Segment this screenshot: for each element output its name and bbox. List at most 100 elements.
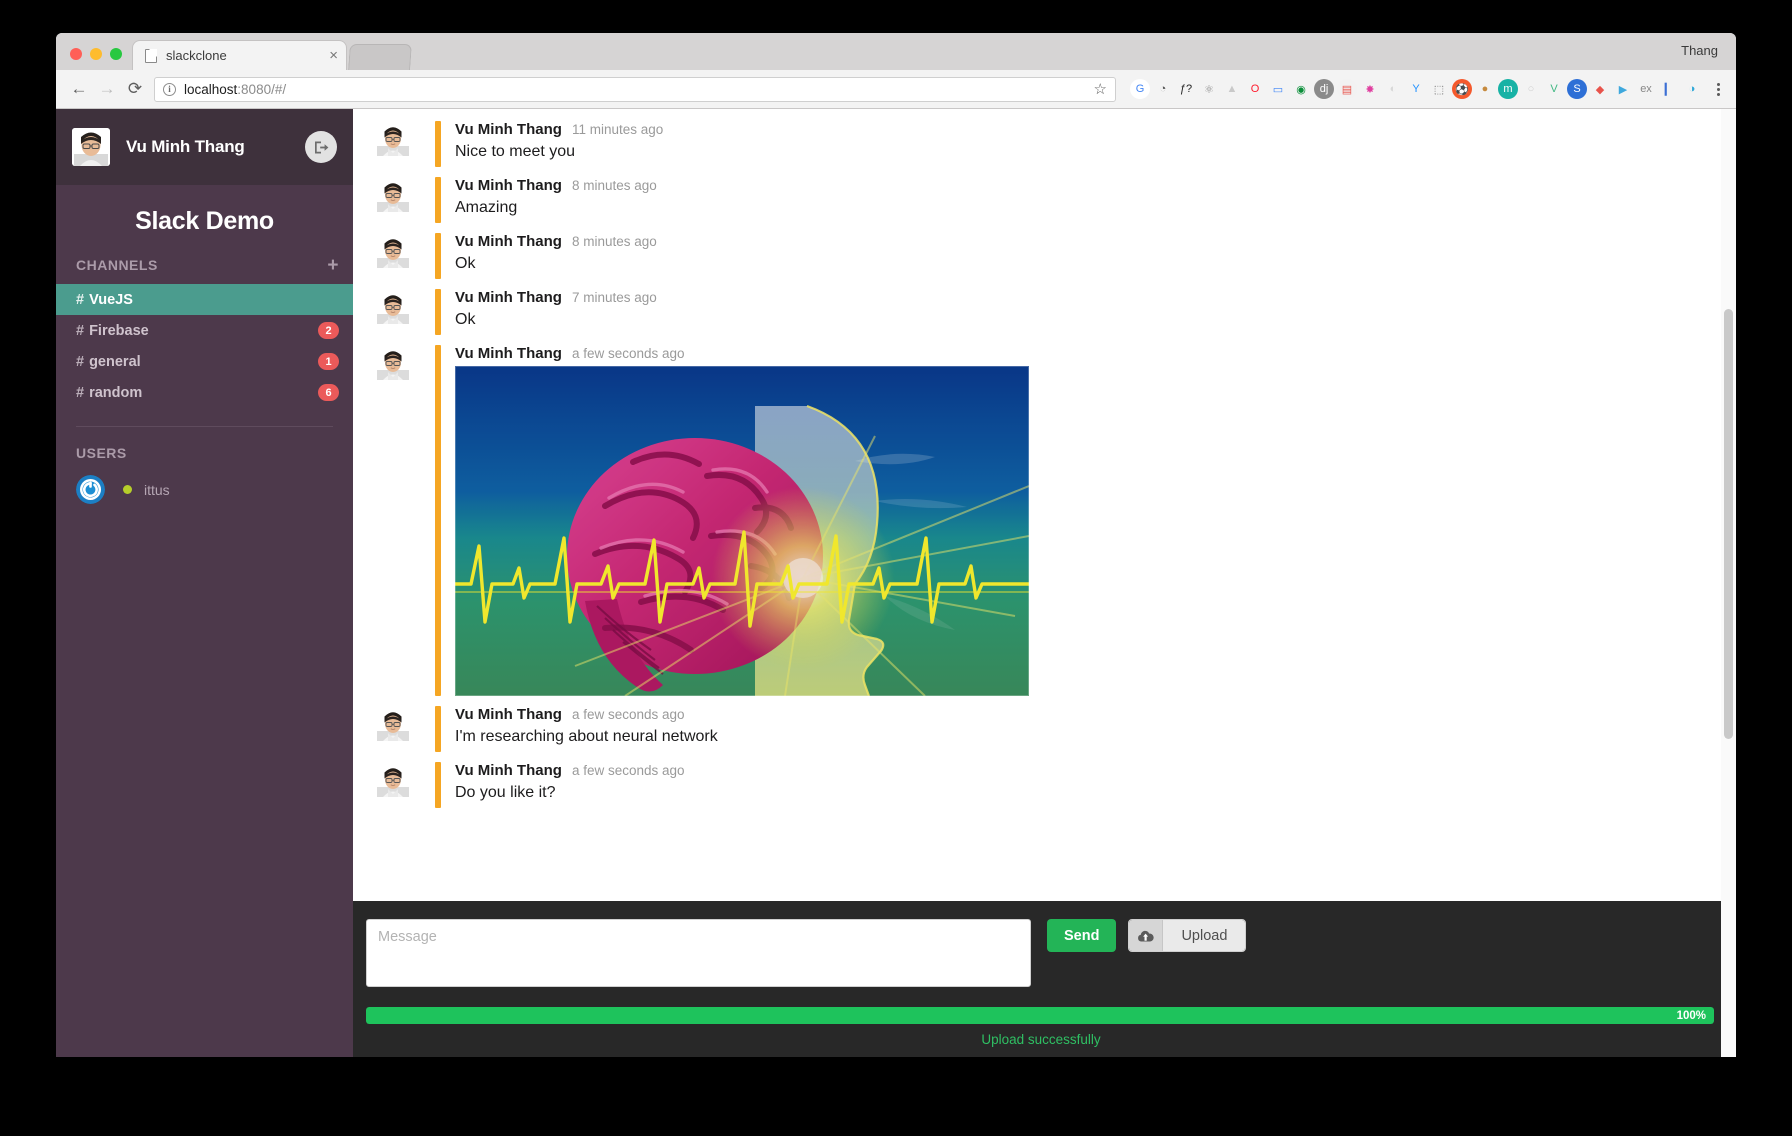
slack-clone-app: Vu Minh Thang Slack Demo CHANNELS + # Vue… — [56, 109, 1736, 1057]
message-accent-bar — [435, 121, 441, 167]
ghostery-icon[interactable]: ◑ — [1682, 79, 1702, 99]
logout-button[interactable] — [305, 131, 337, 163]
address-bar[interactable]: i localhost :8080/#/ ☆ — [154, 76, 1116, 102]
vue-devtools-icon[interactable]: V — [1544, 79, 1564, 99]
sidebar-user-name: Vu Minh Thang — [126, 137, 245, 156]
avatar — [377, 180, 409, 212]
opera-icon[interactable]: O — [1245, 79, 1265, 99]
avatar — [72, 128, 110, 166]
message-timestamp: 8 minutes ago — [571, 178, 657, 193]
cast-icon[interactable]: ⬚ — [1429, 79, 1449, 99]
reload-icon[interactable]: ⟳ — [122, 76, 148, 102]
momentum-icon[interactable]: m — [1498, 79, 1518, 99]
message-text: Amazing — [455, 199, 518, 216]
logout-icon — [314, 141, 328, 153]
message-image — [455, 366, 1029, 696]
message-meta: Vu Minh Thang 8 minutes ago — [455, 177, 657, 194]
message-image-wrapper[interactable] — [455, 366, 1029, 696]
channel-name: random — [89, 384, 143, 401]
sidebar-item-firebase[interactable]: # Firebase 2 — [56, 315, 353, 346]
user-list-item[interactable]: ittus — [56, 461, 353, 504]
browser-tab[interactable]: slackclone × — [132, 40, 347, 70]
message-timestamp: 7 minutes ago — [571, 290, 657, 305]
message-meta: Vu Minh Thang a few seconds ago — [455, 706, 718, 723]
session-buddy-icon[interactable]: ◔ — [1153, 79, 1173, 99]
minimize-window-button[interactable] — [90, 48, 102, 60]
browser-profile-name[interactable]: Thang — [1681, 43, 1718, 58]
user-name: ittus — [144, 481, 170, 498]
avatar — [377, 292, 409, 324]
cloud-upload-icon[interactable] — [1129, 920, 1164, 951]
message-body: Vu Minh Thang 8 minutes ago Amazing — [455, 177, 657, 223]
url-path: :8080/#/ — [237, 81, 287, 97]
sidebar-item-vuejs[interactable]: # VueJS — [56, 284, 353, 315]
soccer-icon[interactable]: ⚽ — [1452, 79, 1472, 99]
message-timestamp: a few seconds ago — [571, 763, 685, 778]
window-resizer-icon[interactable]: ▭ — [1268, 79, 1288, 99]
add-channel-icon[interactable]: + — [327, 256, 339, 275]
message-item: Vu Minh Thang 8 minutes ago Amazing — [353, 172, 1736, 228]
new-tab-button[interactable] — [348, 44, 412, 70]
screencastify-icon[interactable]: ▶ — [1613, 79, 1633, 99]
url-host: localhost — [184, 81, 238, 97]
google-translate-icon[interactable]: G — [1130, 79, 1150, 99]
fullpage-icon[interactable]: ▎ — [1659, 79, 1679, 99]
drive-icon[interactable]: ▲ — [1222, 79, 1242, 99]
message-avatar-image — [377, 348, 409, 380]
message-author: Vu Minh Thang — [455, 345, 562, 362]
message-body: Vu Minh Thang a few seconds ago Do you lik… — [455, 762, 685, 808]
message-body: Vu Minh Thang 8 minutes ago Ok — [455, 233, 657, 279]
notes-icon[interactable]: ▤ — [1337, 79, 1357, 99]
unread-badge: 1 — [318, 353, 339, 370]
message-avatar-image — [377, 236, 409, 268]
app-scrollbar-thumb[interactable] — [1724, 309, 1733, 739]
avatar — [377, 765, 409, 797]
maximize-window-button[interactable] — [110, 48, 122, 60]
send-button[interactable]: Send — [1047, 919, 1117, 952]
forward-icon[interactable]: → — [94, 76, 120, 102]
users-heading-label: USERS — [76, 445, 127, 461]
vysor-icon[interactable]: Y — [1406, 79, 1426, 99]
bookmark-star-icon[interactable]: ☆ — [1094, 80, 1107, 98]
sidebar: Vu Minh Thang Slack Demo CHANNELS + # Vue… — [56, 109, 353, 1057]
ghost-icon[interactable]: ○ — [1521, 79, 1541, 99]
cookie-icon[interactable]: ● — [1475, 79, 1495, 99]
wappalyzer-icon[interactable]: ◆ — [1590, 79, 1610, 99]
message-timestamp: 11 minutes ago — [571, 122, 664, 137]
composer: Send Upload 100% — [353, 901, 1736, 1057]
message-meta: Vu Minh Thang 11 minutes ago — [455, 121, 663, 138]
message-input[interactable] — [366, 919, 1031, 987]
message-accent-bar — [435, 345, 441, 696]
user-list: ittus — [56, 461, 353, 504]
message-author: Vu Minh Thang — [455, 233, 562, 250]
upload-progress-label: 100% — [1676, 1009, 1706, 1022]
colorzilla-icon[interactable]: ◉ — [1291, 79, 1311, 99]
sidebar-item-random[interactable]: # random 6 — [56, 377, 353, 408]
django-icon[interactable]: dj — [1314, 79, 1334, 99]
sidebar-item-general[interactable]: # general 1 — [56, 346, 353, 377]
upload-control[interactable]: Upload — [1128, 919, 1247, 952]
upload-button-label[interactable]: Upload — [1163, 920, 1246, 951]
message-meta: Vu Minh Thang a few seconds ago — [455, 345, 1029, 362]
hash-icon: # — [76, 322, 85, 339]
hash-icon: # — [76, 353, 85, 370]
window-traffic-lights — [56, 48, 132, 70]
channel-name: VueJS — [89, 291, 133, 308]
channel-name: general — [89, 353, 141, 370]
moon-icon[interactable]: ◐ — [1383, 79, 1403, 99]
user-avatar — [76, 475, 105, 504]
message-body: Vu Minh Thang 11 minutes ago Nice to meet … — [455, 121, 663, 167]
close-tab-icon[interactable]: × — [329, 48, 338, 63]
close-window-button[interactable] — [70, 48, 82, 60]
exify-icon[interactable]: ex — [1636, 79, 1656, 99]
site-info-icon[interactable]: i — [163, 82, 176, 96]
app-scrollbar[interactable] — [1721, 109, 1736, 1057]
chrome-menu-icon[interactable] — [1708, 78, 1728, 100]
fonts-ninja-icon[interactable]: ƒ? — [1176, 79, 1196, 99]
color-picker-icon[interactable]: ✸ — [1360, 79, 1380, 99]
stylish-icon[interactable]: S — [1567, 79, 1587, 99]
channel-name: Firebase — [89, 322, 149, 339]
back-icon[interactable]: ← — [66, 76, 92, 102]
react-devtools-icon[interactable]: ⚛ — [1199, 79, 1219, 99]
message-accent-bar — [435, 706, 441, 752]
